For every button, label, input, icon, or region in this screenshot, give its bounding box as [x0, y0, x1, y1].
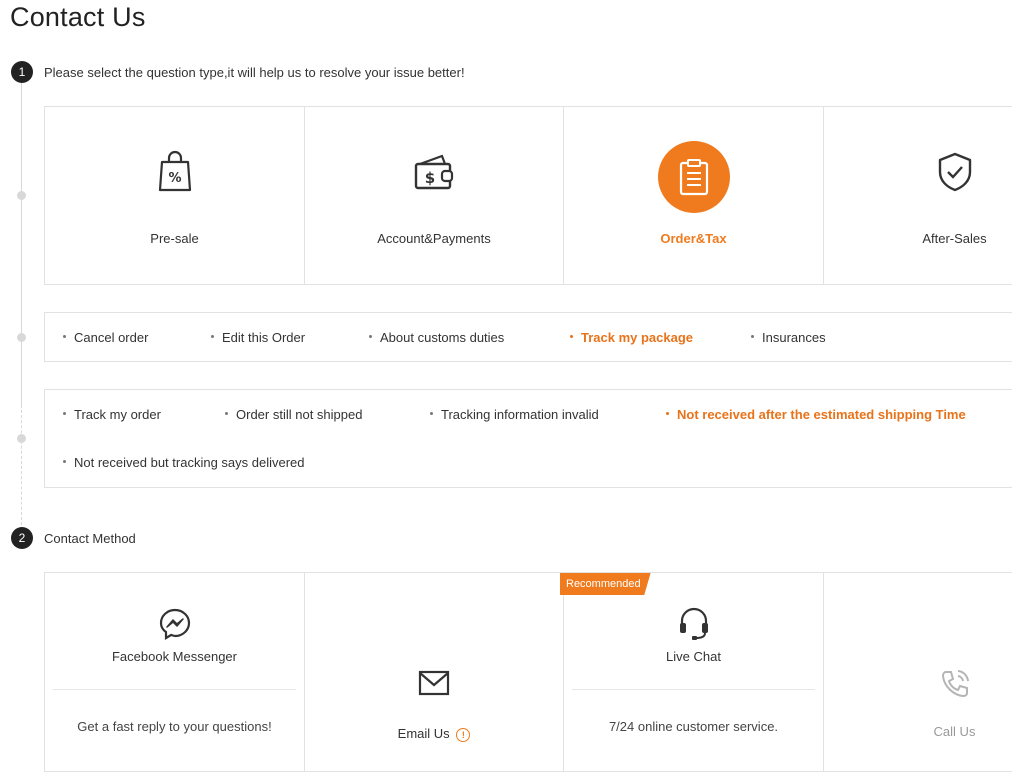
category-pre-sale[interactable]: % Pre-sale: [45, 107, 305, 284]
category-order-tax[interactable]: Order&Tax: [564, 107, 824, 284]
issue-not-received-estimated[interactable]: Not received after the estimated shippin…: [666, 407, 966, 422]
timeline-line-dashed: [21, 405, 23, 525]
issue-label: Track my order: [74, 407, 161, 422]
headset-icon: [676, 607, 712, 641]
method-label: Call Us: [933, 724, 976, 739]
method-live-chat[interactable]: Recommended Live Chat 7/24 online custom…: [560, 573, 824, 771]
wallet-dollar-icon: $: [411, 149, 457, 195]
issue-tracking-invalid[interactable]: Tracking information invalid: [430, 407, 599, 422]
category-after-sales[interactable]: After-Sales: [824, 107, 1012, 284]
method-call-us: Call Us: [824, 573, 1012, 771]
issue-panel: Track my order Order still not shipped T…: [44, 389, 1012, 488]
method-label: Facebook Messenger: [111, 649, 237, 664]
step1-instruction: Please select the question type,it will …: [44, 65, 465, 80]
timeline-line: [21, 83, 22, 405]
timeline-dot: [17, 333, 26, 342]
divider: [572, 689, 815, 690]
issue-label: Order still not shipped: [236, 407, 363, 422]
phone-icon: [938, 667, 972, 701]
subtopic-label: Cancel order: [74, 330, 149, 345]
svg-text:%: %: [168, 171, 181, 186]
issue-label: Not received after the estimated shippin…: [677, 407, 966, 422]
subtopic-panel: Cancel order Edit this Order About custo…: [44, 312, 1012, 362]
category-label: Pre-sale: [150, 231, 199, 246]
method-label: Email Us: [397, 726, 450, 741]
clipboard-icon: [657, 141, 730, 213]
divider: [53, 689, 296, 690]
shield-check-icon: [932, 149, 978, 195]
shopping-bag-percent-icon: %: [152, 149, 198, 195]
subtopic-label: Track my package: [581, 330, 694, 345]
recommended-badge: Recommended: [560, 573, 651, 595]
method-description: 7/24 online customer service.: [608, 719, 779, 734]
category-label: After-Sales: [922, 231, 987, 246]
issue-label: Not received but tracking says delivered: [74, 455, 305, 470]
issue-not-shipped[interactable]: Order still not shipped: [225, 407, 362, 422]
method-facebook-messenger[interactable]: Facebook Messenger Get a fast reply to y…: [45, 573, 305, 771]
method-description: Get a fast reply to your questions!: [77, 719, 272, 734]
svg-text:$: $: [425, 169, 435, 187]
method-label-row: Email Us !: [305, 726, 563, 742]
timeline-dot: [17, 434, 26, 443]
category-account-payments[interactable]: $ Account&Payments: [305, 107, 564, 284]
subtopic-edit-order[interactable]: Edit this Order: [211, 330, 305, 345]
subtopic-label: About customs duties: [380, 330, 505, 345]
subtopic-label: Edit this Order: [222, 330, 306, 345]
step-number-2: 2: [11, 527, 33, 549]
page-title: Contact Us: [10, 2, 146, 32]
messenger-icon: [158, 607, 192, 641]
info-icon[interactable]: !: [456, 727, 471, 742]
issue-track-order[interactable]: Track my order: [63, 407, 161, 422]
contact-method-panel: Facebook Messenger Get a fast reply to y…: [44, 572, 1012, 772]
contact-method-heading: Contact Method: [44, 531, 136, 546]
subtopic-cancel-order[interactable]: Cancel order: [63, 330, 148, 345]
question-category-panel: % Pre-sale $ Account&Payments Order&Tax …: [44, 106, 1012, 285]
subtopic-label: Insurances: [762, 330, 826, 345]
category-label: Order&Tax: [660, 231, 727, 246]
method-label: Live Chat: [666, 649, 721, 664]
subtopic-customs-duties[interactable]: About customs duties: [369, 330, 504, 345]
subtopic-track-package[interactable]: Track my package: [570, 330, 693, 345]
step-number-1: 1: [11, 61, 33, 83]
category-label: Account&Payments: [377, 231, 491, 246]
envelope-icon: [417, 669, 451, 697]
issue-not-received-delivered[interactable]: Not received but tracking says delivered: [63, 455, 305, 470]
timeline-dot: [17, 191, 26, 200]
issue-label: Tracking information invalid: [441, 407, 599, 422]
method-email-us[interactable]: Email Us !: [305, 573, 564, 771]
subtopic-insurances[interactable]: Insurances: [751, 330, 826, 345]
